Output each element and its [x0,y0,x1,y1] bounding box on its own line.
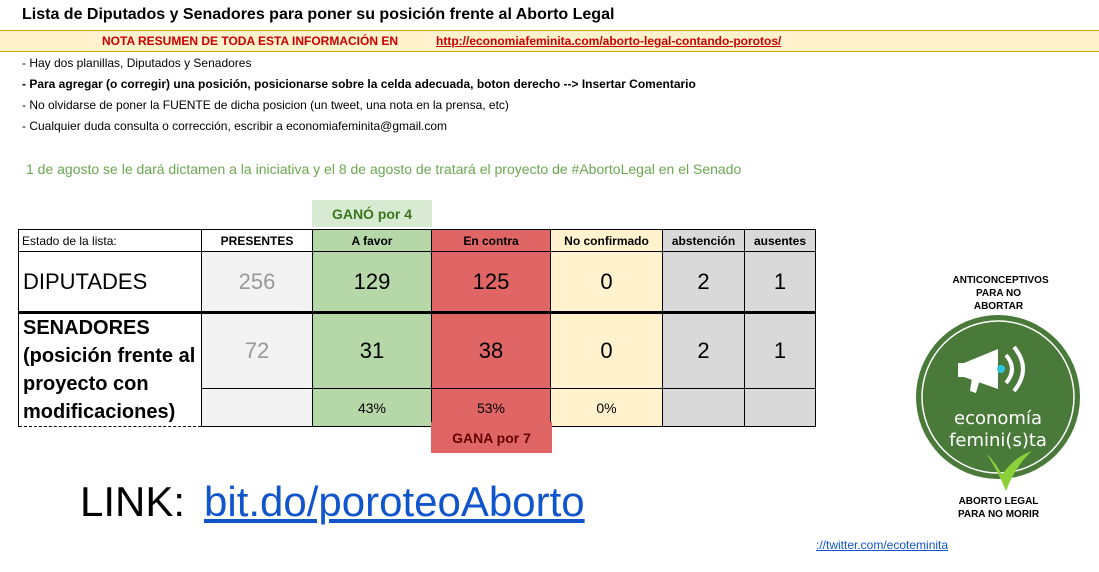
diputados-name[interactable]: DIPUTADES [18,251,202,314]
note-3: - No olvidarse de poner la FUENTE de dic… [22,98,509,112]
diputados-contra[interactable]: 125 [431,251,551,314]
logo-bottom-text: ABORTO LEGAL PARA NO MORIR [957,496,1040,520]
senadores-no-confirmado[interactable]: 0 [550,312,663,389]
diputados-favor[interactable]: 129 [312,251,432,314]
diputados-presentes[interactable]: 256 [201,251,313,314]
note-4: - Cualquier duda consulta o corrección, … [22,119,448,133]
note-1: - Hay dos planillas, Diputados y Senador… [22,56,252,70]
senadores-presentes[interactable]: 72 [201,312,313,389]
economia-feminista-logo: ANTICONCEPTIVOS PARA NO ABORTAR economía… [906,270,1091,535]
header-abstencion[interactable]: abstención [662,229,745,252]
link-label: LINK: [80,478,186,525]
diputados-ausentes[interactable]: 1 [744,251,816,314]
senadores-favor[interactable]: 31 [312,312,432,389]
gana-badge: GANA por 7 [431,422,552,453]
diputados-no-confirmado[interactable]: 0 [550,251,663,314]
link-url[interactable]: bit.do/poroteoAborto [204,478,585,526]
percent-ausentes[interactable] [744,388,816,427]
table-row-diputados: DIPUTADES 256 129 125 0 2 1 [18,251,816,314]
sheet-title: Lista de Diputados y Senadores para pone… [22,6,615,23]
header-presentes[interactable]: PRESENTES [201,229,313,252]
twitter-link[interactable]: ://twitter.com/ecoteminita [816,538,948,552]
logo-top-text: ANTICONCEPTIVOS PARA NO ABORTAR [952,275,1049,312]
table-row-senadores: SENADORES (posición frente al proyecto c… [18,312,816,427]
senadores-ausentes[interactable]: 1 [744,312,816,389]
header-no-confirmado[interactable]: No confirmado [550,229,663,252]
senadores-contra[interactable]: 38 [431,312,551,389]
nota-text: NOTA RESUMEN DE TODA ESTA INFORMACIÓN EN [102,34,399,48]
diputados-abstencion[interactable]: 2 [662,251,745,314]
percent-contra[interactable]: 53% [431,388,551,427]
logo-brand-2: femini(s)ta [949,430,1047,451]
logo-badge-icon: economía femini(s)ta [916,315,1080,491]
agosto-note: 1 de agosto se le dará dictamen a la ini… [26,161,742,177]
header-ausentes[interactable]: ausentes [744,229,816,252]
percent-no-confirmado[interactable]: 0% [550,388,663,427]
header-favor[interactable]: A favor [312,229,432,252]
percent-presentes[interactable] [201,388,313,427]
note-2: - Para agregar (o corregir) una posición… [22,77,696,91]
header-estado[interactable]: Estado de la lista: [18,229,202,252]
logo-brand-1: economía [954,408,1042,429]
senadores-name[interactable]: SENADORES (posición frente al proyecto c… [18,312,202,427]
table-header-row: Estado de la lista: PRESENTES A favor En… [18,229,816,252]
senadores-abstencion[interactable]: 2 [662,312,745,389]
gano-badge: GANÓ por 4 [312,200,432,227]
header-contra[interactable]: En contra [431,229,551,252]
nota-link[interactable]: http://economiafeminita.com/aborto-legal… [436,34,781,48]
percent-abstencion[interactable] [662,388,745,427]
percent-favor[interactable]: 43% [312,388,432,427]
results-table: Estado de la lista: PRESENTES A favor En… [18,229,816,427]
